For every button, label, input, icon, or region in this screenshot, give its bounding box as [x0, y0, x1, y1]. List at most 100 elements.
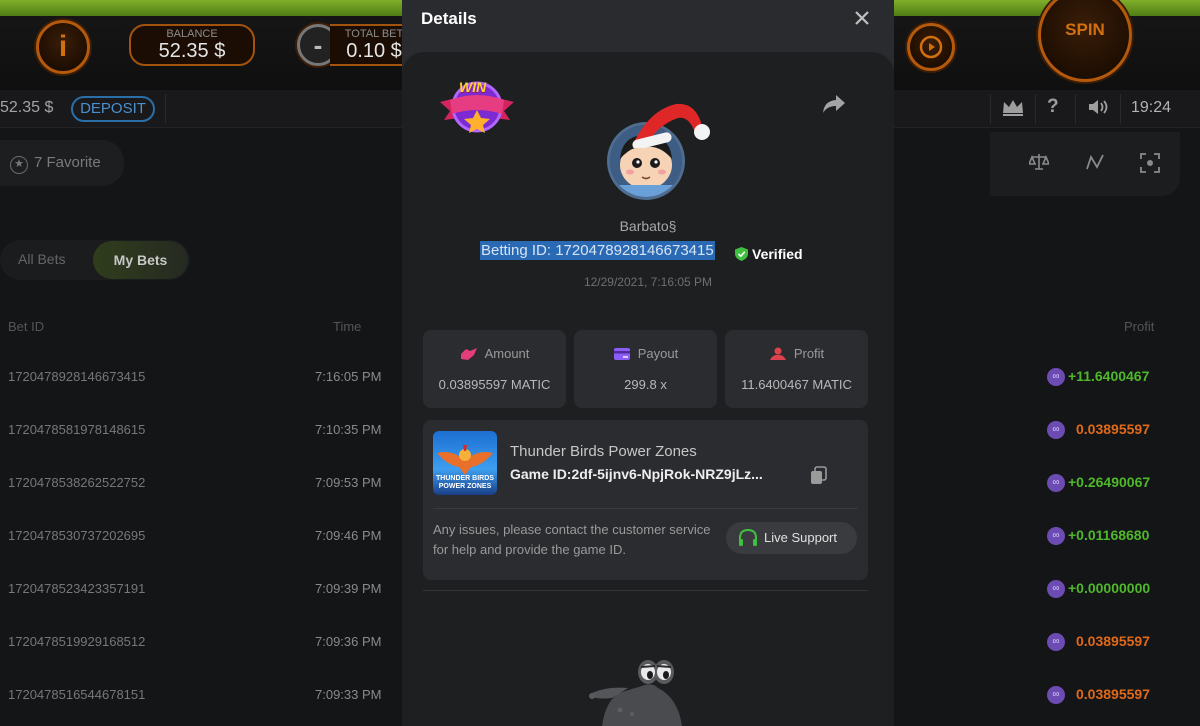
profit-icon — [769, 347, 786, 360]
bet-id-cell[interactable]: 1720478530737202695 — [8, 528, 145, 543]
support-text: Any issues, please contact the customer … — [433, 522, 711, 557]
crown-icon[interactable] — [1001, 97, 1025, 117]
time-cell: 7:09:36 PM — [315, 634, 382, 649]
column-profit: Profit — [1124, 319, 1155, 334]
star-icon: ★ — [10, 156, 28, 174]
time-cell: 7:09:46 PM — [315, 528, 382, 543]
bet-id-cell[interactable]: 1720478928146673415 — [8, 369, 145, 384]
thumb-caption-line: POWER ZONES — [438, 483, 492, 490]
share-button[interactable] — [821, 93, 849, 117]
headset-icon — [739, 529, 757, 546]
bet-id-cell[interactable]: 1720478516544678151 — [8, 687, 145, 702]
profit-cell: 0.03895597 — [1076, 633, 1150, 649]
bet-id-cell[interactable]: 1720478523423357191 — [8, 581, 145, 596]
win-label: WIN — [459, 79, 487, 95]
profit-cell: +0.01168680 — [1068, 527, 1150, 543]
balance-label: BALANCE — [166, 28, 218, 40]
volume-icon[interactable] — [1087, 98, 1111, 116]
shield-check-icon — [735, 247, 748, 261]
column-time: Time — [333, 319, 362, 334]
verified-label: Verified — [752, 246, 803, 262]
win-badge: WIN — [440, 79, 514, 134]
play-icon — [919, 35, 943, 59]
stat-card-amount: Amount 0.03895597 MATIC — [423, 330, 566, 408]
divider — [1075, 94, 1076, 124]
thumb-caption-line: THUNDER BIRDS — [436, 475, 494, 482]
favorite-chip[interactable]: ★ 7 Favorite — [0, 140, 124, 186]
time-cell: 7:09:39 PM — [315, 581, 382, 596]
live-support-label: Live Support — [764, 530, 837, 545]
tab-all-bets[interactable]: All Bets — [18, 251, 65, 267]
matic-coin-icon: ∞ — [1047, 474, 1065, 492]
divider — [1035, 94, 1036, 124]
balance-scale-icon[interactable] — [1029, 153, 1049, 171]
card-icon — [613, 348, 630, 360]
deposit-button[interactable]: DEPOSIT — [71, 96, 155, 122]
clock: 19:24 — [1131, 99, 1172, 116]
matic-coin-icon: ∞ — [1047, 421, 1065, 439]
matic-coin-icon: ∞ — [1047, 686, 1065, 704]
betting-id: Betting ID: 1720478928146673415 — [480, 241, 715, 264]
minus-icon: - — [313, 29, 323, 60]
favorite-label: 7 Favorite — [34, 154, 101, 171]
verified-badge: Verified — [735, 246, 803, 262]
copy-button[interactable] — [810, 466, 828, 486]
tab-my-bets[interactable]: My Bets — [93, 241, 188, 279]
profit-cell: 0.03895597 — [1076, 421, 1150, 437]
bet-id-cell[interactable]: 1720478538262522752 — [8, 475, 145, 490]
stat-label: Payout — [637, 346, 679, 361]
spin-label: SPIN — [1065, 20, 1105, 39]
divider — [423, 590, 868, 591]
balance-value: 52.35 $ — [158, 40, 226, 62]
stat-value: 299.8 x — [624, 377, 667, 392]
live-support-button[interactable]: Live Support — [726, 522, 857, 554]
game-thumbnail[interactable]: THUNDER BIRDS POWER ZONES — [433, 431, 497, 495]
chart-icon[interactable] — [1085, 153, 1105, 171]
bet-id-cell[interactable]: 1720478581978148615 — [8, 422, 145, 437]
matic-coin-icon: ∞ — [1047, 368, 1065, 386]
betting-id-text: Betting ID: 1720478928146673415 — [480, 241, 715, 260]
divider — [433, 508, 858, 509]
matic-coin-icon: ∞ — [1047, 527, 1065, 545]
balance-box: BALANCE 52.35 $ — [129, 24, 255, 66]
close-icon — [855, 11, 869, 25]
header-balance: 52.35 $ — [0, 99, 54, 116]
close-button[interactable] — [850, 6, 874, 30]
profit-cell: 0.03895597 — [1076, 686, 1150, 702]
stat-card-profit: Profit 11.6400467 MATIC — [725, 330, 868, 408]
stat-label: Amount — [484, 346, 530, 361]
username: Barbato§ — [619, 218, 677, 234]
stat-card-payout: Payout 299.8 x — [574, 330, 717, 408]
divider — [165, 94, 166, 124]
time-cell: 7:10:35 PM — [315, 422, 382, 437]
column-bet-id: Bet ID — [8, 319, 45, 334]
fullscreen-icon[interactable] — [1140, 153, 1160, 173]
time-cell: 7:16:05 PM — [315, 369, 382, 384]
profit-cell: +11.6400467 — [1068, 368, 1150, 384]
time-cell: 7:09:53 PM — [315, 475, 382, 490]
profit-cell: +0.00000000 — [1068, 580, 1151, 596]
stat-value: 11.6400467 MATIC — [741, 377, 852, 392]
help-icon[interactable]: ? — [1047, 96, 1059, 118]
time-cell: 7:09:33 PM — [315, 687, 382, 702]
autoplay-button[interactable] — [907, 23, 955, 71]
profit-cell: +0.26490067 — [1068, 474, 1151, 490]
info-icon: i — [58, 30, 68, 63]
matic-coin-icon: ∞ — [1047, 633, 1065, 651]
divider — [990, 94, 991, 124]
share-icon — [823, 95, 845, 113]
thumb-caption: THUNDER BIRDS POWER ZONES — [433, 475, 497, 491]
bet-datetime: 12/29/2021, 7:16:05 PM — [583, 275, 713, 289]
amount-icon — [460, 348, 477, 360]
info-button[interactable]: i — [36, 20, 90, 74]
bet-id-cell[interactable]: 1720478519929168512 — [8, 634, 145, 649]
copy-icon — [811, 466, 827, 484]
divider — [1120, 94, 1121, 124]
game-id: Game ID:2df-5ijnv6-NpjRok-NRZ9jLz... — [510, 466, 763, 482]
matic-coin-icon: ∞ — [1047, 580, 1065, 598]
game-name: Thunder Birds Power Zones — [510, 443, 697, 460]
modal-title: Details — [421, 9, 477, 28]
santa-hat-icon — [632, 103, 710, 148]
stat-value: 0.03895597 MATIC — [438, 377, 551, 392]
crocodile-mascot-icon — [589, 660, 682, 726]
